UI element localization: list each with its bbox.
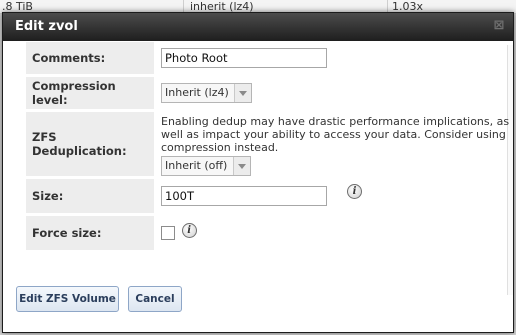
dedup-select[interactable]: Inherit (off) (161, 155, 251, 176)
dedup-selected-value: Inherit (off) (165, 158, 228, 172)
close-icon[interactable]: ⊠ (493, 19, 505, 32)
compression-label: Compression level: (26, 77, 157, 109)
form-row-comments: Comments: (26, 42, 511, 74)
dialog-title: Edit zvol (15, 19, 78, 34)
info-icon[interactable]: i (347, 184, 362, 199)
form-row-size: Size: i (26, 179, 511, 213)
edit-zfs-volume-button[interactable]: Edit ZFS Volume (16, 286, 119, 312)
force-size-checkbox[interactable] (161, 226, 175, 241)
chevron-down-icon[interactable] (233, 156, 250, 175)
dedup-label: ZFS Deduplication: (26, 112, 157, 176)
dialog-titlebar[interactable]: Edit zvol ⊠ (3, 13, 513, 41)
form-row-dedup: ZFS Deduplication: Enabling dedup may ha… (26, 112, 511, 176)
form-row-compression: Compression level: Inherit (lz4) (26, 77, 511, 109)
size-input[interactable] (161, 186, 327, 206)
dedup-warning-text: Enabling dedup may have drastic performa… (161, 114, 510, 154)
compression-selected-value: Inherit (lz4) (165, 86, 229, 99)
info-icon[interactable]: i (181, 222, 197, 238)
cancel-button[interactable]: Cancel (128, 286, 182, 312)
zvol-form: Comments: Compression level: Inherit (lz… (26, 39, 511, 253)
compression-select[interactable]: Inherit (lz4) (161, 83, 252, 103)
form-row-force-size: Force size: i (26, 216, 511, 250)
comments-input[interactable] (161, 48, 327, 68)
force-size-label: Force size: (26, 216, 157, 250)
comments-label: Comments: (26, 42, 157, 74)
edit-zvol-dialog: Edit zvol ⊠ Comments: Compression level:… (2, 12, 514, 333)
size-label: Size: (26, 179, 157, 213)
chevron-down-icon[interactable] (234, 84, 251, 102)
